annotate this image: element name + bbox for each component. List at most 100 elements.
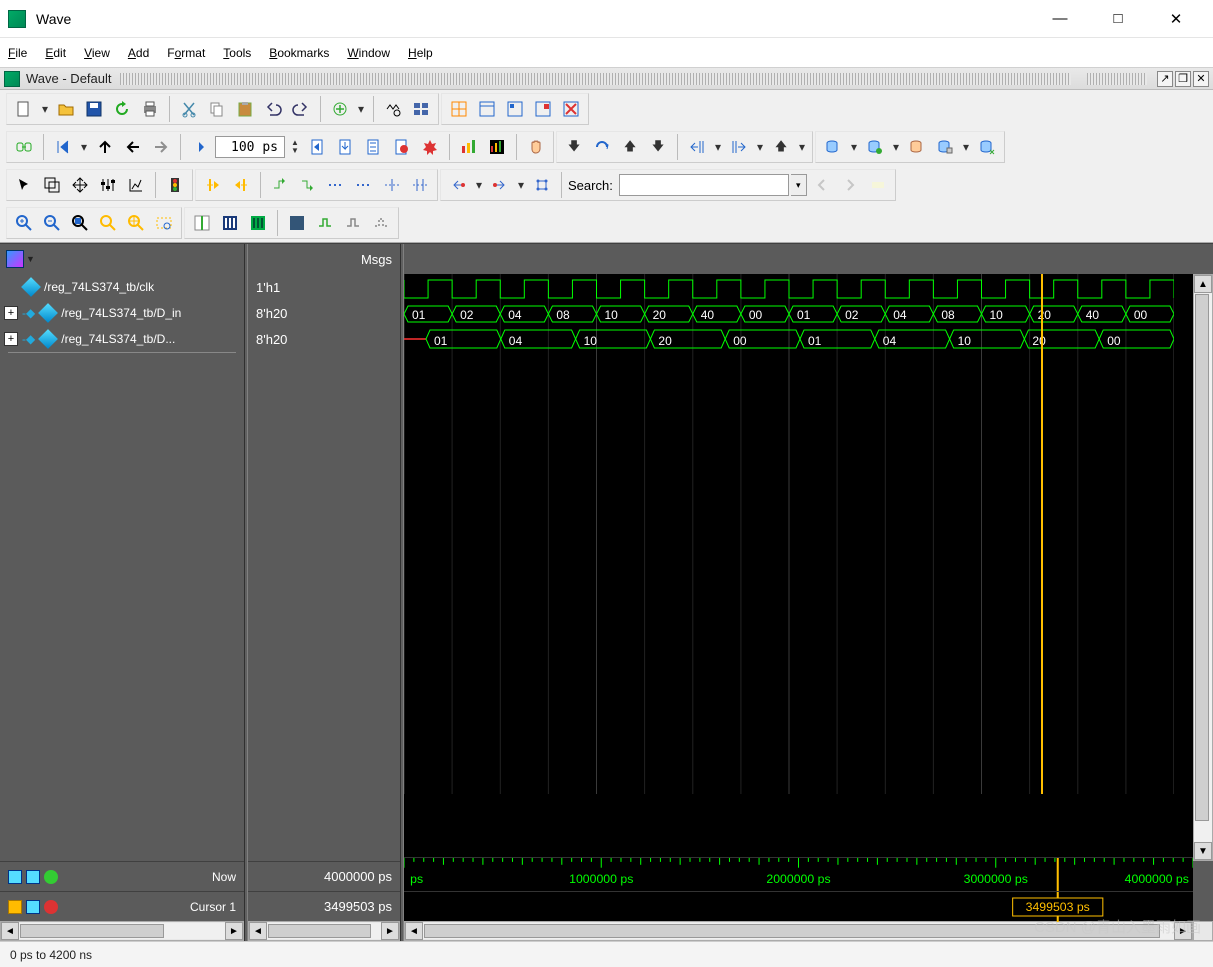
- zoom-cursor-1-icon[interactable]: [95, 210, 121, 236]
- uparrow-blue-1-icon[interactable]: 🡅: [617, 134, 643, 160]
- cursor-insert-1-icon[interactable]: [200, 172, 226, 198]
- signals-cube-icon[interactable]: [6, 250, 24, 268]
- uparrow-blue-2-icon[interactable]: 🡅: [768, 134, 794, 160]
- value-hscroll[interactable]: ◄ ►: [248, 921, 400, 941]
- up2-dd-icon[interactable]: ▾: [796, 134, 808, 160]
- pane-close-button[interactable]: ✕: [1193, 71, 1209, 87]
- edge-mark-1-icon[interactable]: [379, 172, 405, 198]
- db2-dd-icon[interactable]: ▾: [890, 134, 902, 160]
- wave-hscroll[interactable]: ◄ ►: [404, 921, 1193, 941]
- run-icon[interactable]: [305, 134, 331, 160]
- right-stack-icon[interactable]: [726, 134, 752, 160]
- edge-mark-2-icon[interactable]: [407, 172, 433, 198]
- coverage-2-icon[interactable]: [484, 134, 510, 160]
- wave-vscroll[interactable]: ▲ ▼: [1193, 274, 1213, 861]
- step-back-icon[interactable]: [50, 134, 76, 160]
- layout-1-icon[interactable]: [446, 96, 472, 122]
- zoom-out-icon[interactable]: [39, 210, 65, 236]
- undo-icon[interactable]: [260, 96, 286, 122]
- pane-restore-button[interactable]: ❐: [1175, 71, 1191, 87]
- cut-icon[interactable]: [176, 96, 202, 122]
- scroll-left-icon[interactable]: ◄: [405, 922, 423, 940]
- wave-mode-6-icon[interactable]: [340, 210, 366, 236]
- layout-2-icon[interactable]: [474, 96, 500, 122]
- dnarrow-blue-2-icon[interactable]: 🡇: [645, 134, 671, 160]
- nav-right-icon[interactable]: [26, 870, 40, 884]
- net-grid-icon[interactable]: [529, 172, 555, 198]
- sliders-icon[interactable]: [95, 172, 121, 198]
- db-3-icon[interactable]: [904, 134, 930, 160]
- left-stack-icon[interactable]: [684, 134, 710, 160]
- edge-next-1-icon[interactable]: [295, 172, 321, 198]
- value-list[interactable]: 1'h18'h208'h20: [248, 274, 400, 861]
- scroll-left-icon[interactable]: ◄: [249, 922, 267, 940]
- signal-row[interactable]: +-◆/reg_74LS374_tb/D...: [0, 326, 244, 352]
- edge-next-dots-icon[interactable]: [351, 172, 377, 198]
- step-back-dropdown-icon[interactable]: ▾: [78, 134, 90, 160]
- db-5-icon[interactable]: [974, 134, 1000, 160]
- add-to-wave-icon[interactable]: [327, 96, 353, 122]
- nav-left-icon[interactable]: [8, 870, 22, 884]
- zoom-cursor-2-icon[interactable]: [123, 210, 149, 236]
- menu-file[interactable]: File: [8, 44, 27, 61]
- edge-prev-1-icon[interactable]: [267, 172, 293, 198]
- run-length-input[interactable]: [215, 136, 285, 158]
- pane-grip[interactable]: [120, 73, 1072, 85]
- signal-value[interactable]: 8'h20: [248, 326, 400, 352]
- db4-dd-icon[interactable]: ▾: [960, 134, 972, 160]
- copy-icon[interactable]: [204, 96, 230, 122]
- signal-props-icon[interactable]: [123, 172, 149, 198]
- traffic-light-icon[interactable]: [162, 172, 188, 198]
- search-hl-icon[interactable]: [865, 172, 891, 198]
- signals-dropdown-icon[interactable]: ▼: [26, 254, 35, 264]
- add-cursor-icon[interactable]: [44, 870, 58, 884]
- window-maximize-button[interactable]: □: [1103, 10, 1133, 28]
- waveform-canvas[interactable]: 0102040810204000010204081020400001041020…: [404, 274, 1193, 857]
- flag-delete-icon[interactable]: [558, 96, 584, 122]
- select-cursor-icon[interactable]: [11, 172, 37, 198]
- paste-icon[interactable]: [232, 96, 258, 122]
- remove-cursor-icon[interactable]: [44, 900, 58, 914]
- scroll-right-icon[interactable]: ►: [225, 922, 243, 940]
- zoom-region-icon[interactable]: [151, 210, 177, 236]
- right-arrow-icon[interactable]: [148, 134, 174, 160]
- expand-toggle[interactable]: +: [4, 306, 18, 320]
- menu-format[interactable]: Format: [167, 44, 205, 61]
- new-file-icon[interactable]: [11, 96, 37, 122]
- print-icon[interactable]: [137, 96, 163, 122]
- db-2-icon[interactable]: [862, 134, 888, 160]
- run-length-left-icon[interactable]: [187, 134, 213, 160]
- menu-edit[interactable]: Edit: [45, 44, 66, 61]
- zoom-in-icon[interactable]: [11, 210, 37, 236]
- add-dropdown-icon[interactable]: ▾: [355, 96, 367, 122]
- stop-red-burst-icon[interactable]: [417, 134, 443, 160]
- menu-window[interactable]: Window: [347, 44, 390, 61]
- net-left-icon[interactable]: [445, 172, 471, 198]
- rightstack-dd-icon[interactable]: ▾: [754, 134, 766, 160]
- signal-row[interactable]: /reg_74LS374_tb/clk: [0, 274, 244, 300]
- properties-icon[interactable]: [408, 96, 434, 122]
- wave-mode-7-icon[interactable]: [368, 210, 394, 236]
- left-arrow-icon[interactable]: [120, 134, 146, 160]
- pane-grip-2[interactable]: [1087, 73, 1147, 85]
- db-1-icon[interactable]: [820, 134, 846, 160]
- leftstack-dd-icon[interactable]: ▾: [712, 134, 724, 160]
- netright-dd-icon[interactable]: ▾: [515, 172, 527, 198]
- time-stepper[interactable]: ▲▼: [287, 134, 303, 160]
- refresh-icon[interactable]: [109, 96, 135, 122]
- signal-value[interactable]: 1'h1: [248, 274, 400, 300]
- netleft-dd-icon[interactable]: ▾: [473, 172, 485, 198]
- menu-add[interactable]: Add: [128, 44, 149, 61]
- wave-mode-1-icon[interactable]: [189, 210, 215, 236]
- pane-undock-button[interactable]: ↗: [1157, 71, 1173, 87]
- coverage-1-icon[interactable]: [456, 134, 482, 160]
- scroll-right-icon[interactable]: ►: [1174, 922, 1192, 940]
- db1-dd-icon[interactable]: ▾: [848, 134, 860, 160]
- signal-row[interactable]: +-◆/reg_74LS374_tb/D_in: [0, 300, 244, 326]
- scroll-up-icon[interactable]: ▲: [1194, 275, 1212, 293]
- save-icon[interactable]: [81, 96, 107, 122]
- up-arrow-icon[interactable]: [92, 134, 118, 160]
- edit-cursor-icon[interactable]: [26, 900, 40, 914]
- wave-mode-4-icon[interactable]: [284, 210, 310, 236]
- scroll-right-icon[interactable]: ►: [381, 922, 399, 940]
